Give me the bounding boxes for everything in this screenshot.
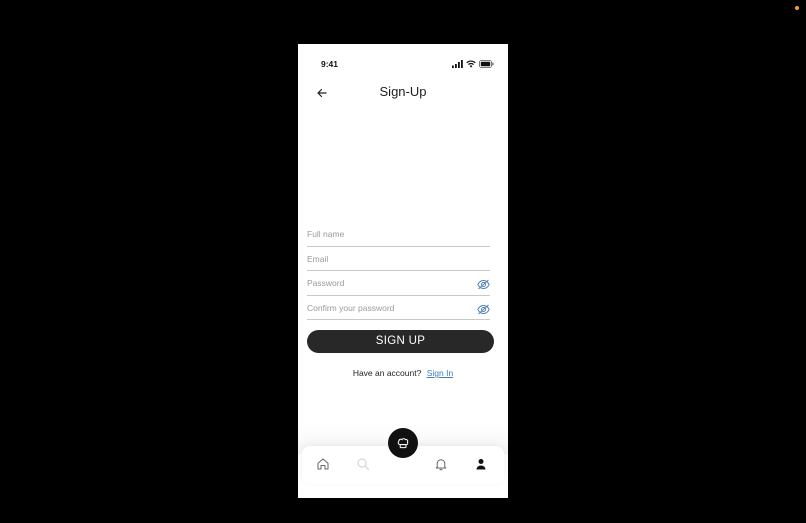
status-time: 9:41: [321, 59, 339, 69]
search-icon: [357, 458, 370, 471]
status-dot: [795, 6, 799, 10]
wifi-icon: [466, 60, 476, 68]
phone-screen: 9:41 Sign-Up Full name Email SIGN UP Hav…: [298, 44, 508, 498]
status-bar: 9:41: [298, 44, 508, 84]
sign-in-link[interactable]: Sign In: [427, 368, 453, 378]
bell-icon: [435, 459, 447, 471]
email-field: [307, 247, 490, 271]
page-title: Sign-Up: [379, 84, 427, 99]
chef-hat-button[interactable]: [388, 428, 418, 458]
nav-home[interactable]: [316, 457, 330, 471]
password-visibility-toggle[interactable]: [477, 277, 490, 290]
full-name-field: [307, 222, 490, 247]
sign-up-button[interactable]: SIGN UP: [307, 330, 494, 353]
signup-form: [307, 222, 490, 320]
home-icon: [317, 458, 329, 470]
chef-hat-icon: [397, 438, 409, 449]
eye-off-icon: [477, 279, 490, 290]
password-input[interactable]: [307, 276, 467, 290]
nav-search[interactable]: [356, 457, 370, 471]
battery-icon: [479, 60, 494, 68]
nav-profile[interactable]: [474, 457, 488, 471]
status-icons: [452, 60, 494, 68]
confirm-password-field: [307, 296, 490, 320]
header: Sign-Up: [298, 80, 508, 106]
signal-icon: [452, 60, 463, 68]
confirm-password-input[interactable]: [307, 300, 467, 315]
email-input[interactable]: [307, 251, 467, 266]
confirm-password-visibility-toggle[interactable]: [477, 302, 490, 314]
profile-icon: [476, 459, 486, 470]
full-name-input[interactable]: [307, 227, 467, 241]
sign-in-prompt: Have an account? Sign In: [298, 368, 508, 378]
password-field: [307, 271, 490, 296]
sign-in-prompt-text: Have an account?: [352, 368, 422, 378]
nav-notifications[interactable]: [434, 457, 448, 471]
eye-off-icon: [477, 304, 490, 314]
